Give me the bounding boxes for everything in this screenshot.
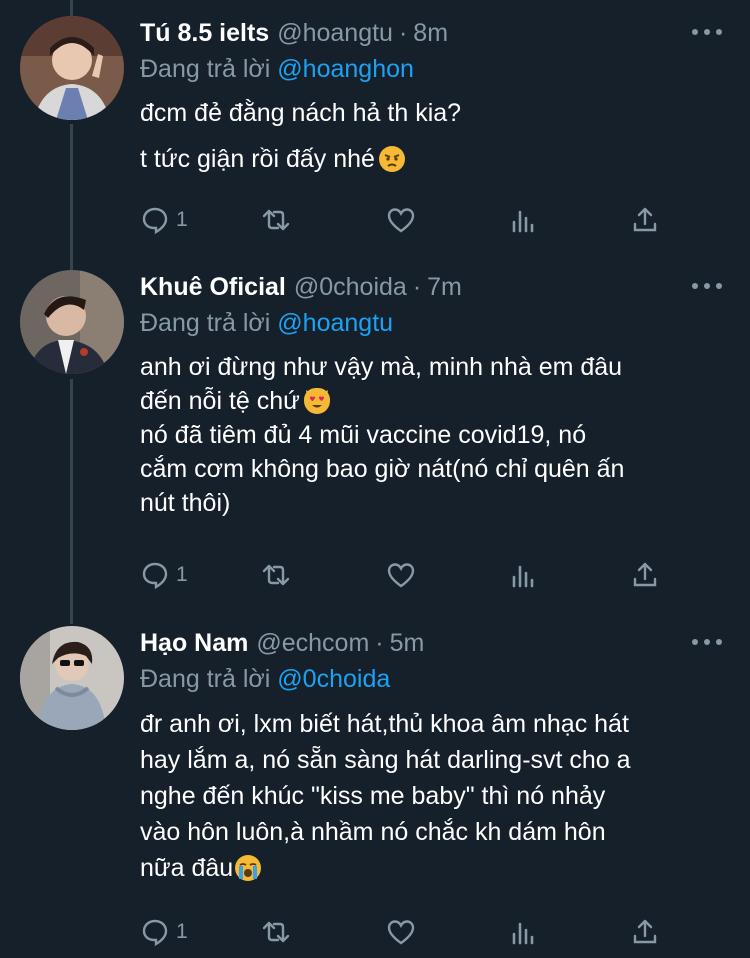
separator-dot: · <box>398 19 408 47</box>
share-icon <box>633 919 657 944</box>
timestamp[interactable]: 5m <box>390 626 425 660</box>
loudly-crying-emoji <box>235 855 262 881</box>
analytics-icon <box>512 565 534 588</box>
tweet-line: t tức giận rồi đấy nhé <box>140 142 730 176</box>
reply-button[interactable]: 1 <box>140 912 188 952</box>
separator-dot: · <box>375 629 384 657</box>
tweet-line: anh ơi đừng như vậy mà, minh nhà em đâu <box>140 353 623 381</box>
avatar[interactable] <box>20 16 124 120</box>
like-icon <box>387 208 415 233</box>
tweet-actions: 1 <box>140 555 660 595</box>
timestamp[interactable]: 8m <box>413 16 448 50</box>
username[interactable]: @0choida <box>294 270 407 304</box>
reply-label: Đang trả lời <box>140 309 271 337</box>
like-icon <box>387 920 415 945</box>
comment-icon <box>142 919 168 947</box>
tweet-line: nó đã tiêm đủ 4 mũi vaccine covid19, nó <box>140 421 587 449</box>
like-icon <box>387 563 415 588</box>
share-button[interactable] <box>630 200 660 240</box>
reply-button[interactable]: 1 <box>140 200 188 240</box>
share-button[interactable] <box>630 912 660 952</box>
reply-label: Đang trả lời <box>140 665 271 693</box>
comment-icon <box>142 207 168 235</box>
tweet-text: đr anh ơi, lxm biết hát,thủ khoa âm nhạc… <box>140 706 730 886</box>
timestamp[interactable]: 7m <box>427 270 462 304</box>
share-icon <box>633 562 657 587</box>
comment-icon <box>142 562 168 590</box>
reply-count: 1 <box>176 920 188 943</box>
like-button[interactable] <box>386 555 416 595</box>
timeline: Tú 8.5 ielts @hoangtu · 8m Đang trả lời … <box>0 0 750 958</box>
display-name[interactable]: Tú 8.5 ielts <box>140 16 269 50</box>
reply-context: Đang trả lời @0choida <box>140 662 730 696</box>
thread-line <box>70 0 73 16</box>
tweet-line: nữa đâu <box>140 850 730 886</box>
tweet-actions: 1 <box>140 912 660 952</box>
more-icon[interactable] <box>692 22 722 42</box>
analytics-button[interactable] <box>509 555 539 595</box>
reply-count: 1 <box>176 563 188 586</box>
tweet-line: đr anh ơi, lxm biết hát,thủ khoa âm nhạc… <box>140 710 629 738</box>
tweet-line: nút thôi) <box>140 489 231 517</box>
tweet-text: đcm đẻ đằng nách hả th kia? t tức giận r… <box>140 96 730 176</box>
retweet-button[interactable] <box>261 200 291 240</box>
more-icon[interactable] <box>692 276 722 296</box>
analytics-icon <box>512 922 534 945</box>
share-icon <box>633 207 657 232</box>
tweet-line: vào hôn luôn,à nhầm nó chắc kh dám hôn <box>140 818 606 846</box>
reply-mention[interactable]: @hoanghon <box>277 55 414 83</box>
reply-button[interactable]: 1 <box>140 555 188 595</box>
separator-dot: · <box>412 273 422 301</box>
heart-eyes-cat-emoji <box>303 388 330 414</box>
reply-mention[interactable]: @hoangtu <box>277 309 393 337</box>
tweet[interactable]: Khuê Oficial @0choida · 7m Đang trả lời … <box>0 270 750 610</box>
tweet-line: nghe đến khúc "kiss me baby" thì nó nhảy <box>140 782 606 810</box>
reply-context: Đang trả lời @hoanghon <box>140 52 730 86</box>
reply-context: Đang trả lời @hoangtu <box>140 306 730 340</box>
tweet[interactable]: Tú 8.5 ielts @hoangtu · 8m Đang trả lời … <box>0 16 750 256</box>
retweet-icon <box>262 209 290 231</box>
tweet-line: cắm cơm không bao giờ nát(nó chỉ quên ấn <box>140 455 625 483</box>
tweet-actions: 1 <box>140 200 660 240</box>
retweet-button[interactable] <box>261 555 291 595</box>
more-icon[interactable] <box>692 632 722 652</box>
avatar[interactable] <box>20 626 124 730</box>
tweet-line: hay lắm a, nó sẵn sàng hát darling-svt c… <box>140 746 631 774</box>
angry-face-emoji <box>378 146 405 172</box>
analytics-icon <box>512 210 534 233</box>
reply-mention[interactable]: @0choida <box>277 665 390 693</box>
avatar[interactable] <box>20 270 124 374</box>
username[interactable]: @echcom <box>256 626 369 660</box>
display-name[interactable]: Khuê Oficial <box>140 270 286 304</box>
tweet-line: đến nỗi tệ chứ <box>140 384 730 418</box>
like-button[interactable] <box>386 912 416 952</box>
tweet-text: anh ơi đừng như vậy mà, minh nhà em đâu … <box>140 350 730 520</box>
retweet-button[interactable] <box>261 912 291 952</box>
reply-count: 1 <box>176 208 188 231</box>
username[interactable]: @hoangtu <box>277 16 393 50</box>
display-name[interactable]: Hạo Nam <box>140 626 248 660</box>
reply-label: Đang trả lời <box>140 55 271 83</box>
tweet-line: đcm đẻ đằng nách hả th kia? <box>140 99 462 127</box>
retweet-icon <box>262 564 290 586</box>
tweet[interactable]: Hạo Nam @echcom · 5m Đang trả lời @0choi… <box>0 626 750 958</box>
analytics-button[interactable] <box>509 912 539 952</box>
share-button[interactable] <box>630 555 660 595</box>
analytics-button[interactable] <box>509 200 539 240</box>
like-button[interactable] <box>386 200 416 240</box>
retweet-icon <box>262 921 290 943</box>
